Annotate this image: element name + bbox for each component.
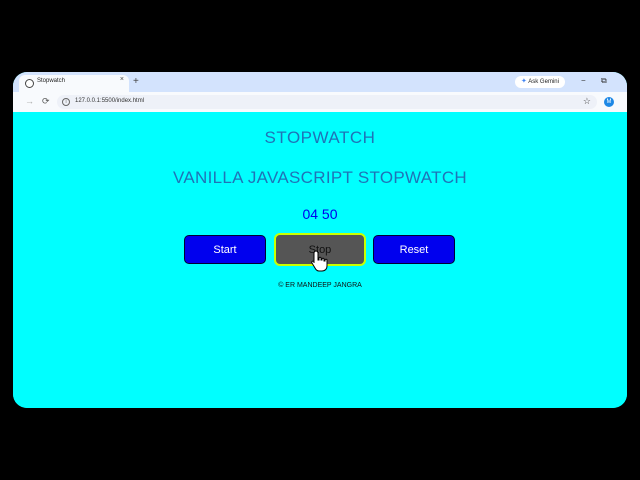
tab-bar: Stopwatch × + ✦ Ask Gemini − ⧉ bbox=[13, 72, 627, 92]
tab-title: Stopwatch bbox=[37, 78, 66, 84]
globe-icon bbox=[25, 79, 34, 88]
browser-toolbar: → ⟳ i 127.0.0.1:5500/index.html ☆ M bbox=[13, 92, 627, 112]
url-text: 127.0.0.1:5500/index.html bbox=[75, 98, 145, 104]
page-title: STOPWATCH bbox=[264, 128, 376, 147]
info-icon[interactable]: i bbox=[62, 98, 70, 106]
footer-credit: © ER MANDEEP JANGRA bbox=[278, 282, 362, 289]
address-bar[interactable]: i 127.0.0.1:5500/index.html ☆ bbox=[57, 95, 597, 109]
minimize-button[interactable]: − bbox=[581, 76, 586, 86]
start-button[interactable]: Start bbox=[184, 235, 266, 264]
reload-icon[interactable]: ⟳ bbox=[42, 96, 50, 107]
tab-stopwatch[interactable]: Stopwatch × bbox=[19, 75, 129, 92]
timer-display: 04 50 bbox=[302, 206, 338, 222]
ask-gemini-button[interactable]: ✦ Ask Gemini bbox=[515, 76, 565, 88]
arrow-left-icon[interactable]: → bbox=[25, 96, 34, 107]
page-subtitle: VANILLA JAVASCRIPT STOPWATCH bbox=[172, 168, 467, 187]
hand-pointer-icon bbox=[311, 250, 328, 272]
new-tab-button[interactable]: + bbox=[133, 75, 139, 89]
gemini-icon: ✦ bbox=[521, 78, 527, 85]
restore-button[interactable]: ⧉ bbox=[601, 76, 607, 86]
close-icon[interactable]: × bbox=[120, 76, 124, 83]
browser-window: Stopwatch × + ✦ Ask Gemini − ⧉ → ⟳ i 127… bbox=[13, 72, 627, 408]
star-icon[interactable]: ☆ bbox=[583, 96, 591, 107]
ask-gemini-label: Ask Gemini bbox=[528, 79, 559, 85]
avatar[interactable]: M bbox=[604, 97, 614, 107]
reset-button[interactable]: Reset bbox=[373, 235, 455, 264]
